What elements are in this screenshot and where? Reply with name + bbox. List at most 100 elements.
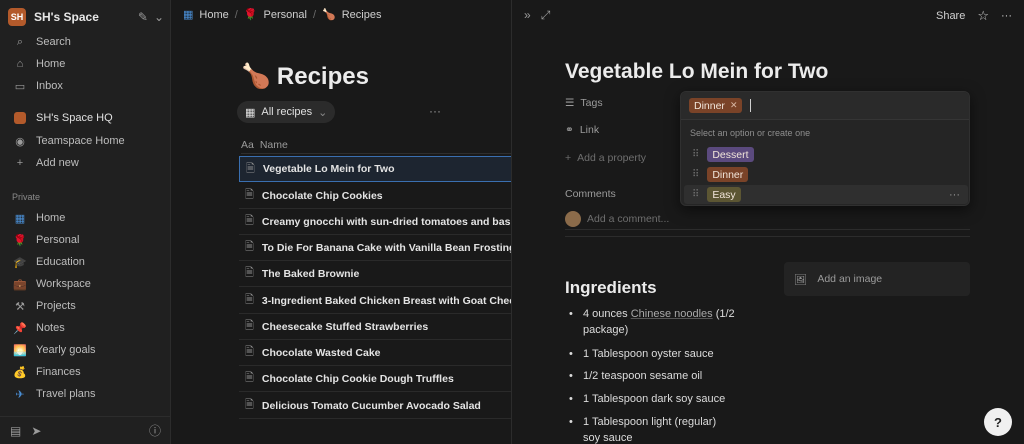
- page-icon: 🗎: [245, 294, 254, 306]
- table-icon: ▦: [245, 106, 256, 119]
- graduation-icon: 🎓: [13, 256, 27, 269]
- row-title: Cheesecake Stuffed Strawberries: [261, 320, 429, 333]
- page-icon: 🗎: [245, 399, 254, 411]
- row-title: 3-Ingredient Baked Chicken Breast with G…: [261, 294, 512, 307]
- star-icon[interactable]: ☆: [977, 8, 989, 24]
- property-link[interactable]: ⚭ Link: [565, 124, 599, 136]
- close-icon[interactable]: ✕: [730, 100, 738, 111]
- page-icon: 🗎: [246, 162, 255, 175]
- tag-option-dinner[interactable]: ⠿ Dinner: [684, 165, 968, 184]
- document-title[interactable]: Vegetable Lo Mein for Two: [565, 60, 828, 84]
- drag-handle-icon[interactable]: ⠿: [692, 189, 699, 200]
- table-row[interactable]: 🗎 Vegetable Lo Mein for Two: [239, 156, 511, 182]
- comment-input[interactable]: Add a comment...: [565, 208, 970, 230]
- more-options-icon[interactable]: ···: [429, 104, 441, 118]
- help-icon[interactable]: ⓘ: [149, 422, 161, 439]
- home-icon: ⌂: [16, 58, 24, 70]
- table-row[interactable]: 🗎 Chocolate Chip Cookie Dough Truffles: [239, 366, 511, 392]
- sidebar-teamspace[interactable]: SH's Space HQ: [8, 108, 164, 128]
- help-button[interactable]: ?: [984, 408, 1012, 436]
- text-type-icon: Aa: [241, 138, 254, 151]
- add-image-label: Add an image: [817, 273, 883, 285]
- sidebar-item-label: Home: [36, 58, 66, 70]
- ingredient-text: 1 Tablespoon light (regular) soy sauce: [583, 416, 717, 444]
- sidebar-item-add-new[interactable]: + Add new: [8, 153, 164, 173]
- sidebar-item-inbox[interactable]: ▭ Inbox: [8, 76, 164, 96]
- page-icon: 🗎: [245, 189, 254, 201]
- table-column-header[interactable]: Aa Name: [241, 136, 511, 154]
- rose-icon: 🌹: [243, 9, 258, 21]
- ingredient-link[interactable]: Chinese noodles: [631, 308, 713, 320]
- sidebar-item-label: Personal: [36, 234, 80, 246]
- table-row[interactable]: 🗎 3-Ingredient Baked Chicken Breast with …: [239, 288, 512, 314]
- sidebar-item-teamspace-home[interactable]: ◉ Teamspace Home: [8, 131, 164, 151]
- page-icon: 🗎: [245, 320, 254, 332]
- page-icon: 🗎: [245, 346, 254, 358]
- money-icon: 💰: [13, 366, 27, 379]
- sidebar-item-label: Notes: [36, 322, 65, 334]
- breadcrumb-recipes[interactable]: Recipes: [342, 9, 382, 21]
- page-title: 🍗 Recipes: [241, 62, 369, 91]
- sidebar-item-finances[interactable]: 💰 Finances: [8, 362, 164, 382]
- list-icon: ☰: [565, 97, 575, 109]
- drag-handle-icon[interactable]: ⠿: [692, 169, 699, 180]
- tag-option-easy[interactable]: ⠿ Easy ···: [684, 185, 968, 204]
- tag-select-dropdown: Dinner ✕ Select an option or create one …: [680, 91, 970, 206]
- selected-tag-dinner[interactable]: Dinner ✕: [689, 98, 743, 113]
- sunrise-icon: 🌅: [13, 344, 27, 357]
- drag-handle-icon[interactable]: ⠿: [692, 149, 699, 160]
- sidebar-item-travel-plans[interactable]: ✈ Travel plans: [8, 384, 164, 404]
- new-page-icon[interactable]: ✎: [138, 10, 148, 24]
- table-row[interactable]: 🗎 Chocolate Wasted Cake: [239, 340, 511, 366]
- add-image-button[interactable]: 🖼 Add an image: [784, 262, 970, 296]
- close-panel-icon[interactable]: »: [524, 8, 531, 23]
- airplane-icon: ✈: [15, 388, 25, 401]
- property-tags[interactable]: ☰ Tags: [565, 97, 603, 109]
- expand-icon[interactable]: ⤢: [541, 8, 551, 23]
- page-icon: 🗎: [245, 372, 254, 384]
- search-icon: ⌕: [16, 35, 24, 48]
- workspace-switcher[interactable]: SH SH's Space ✎ ⌄: [8, 6, 164, 28]
- briefcase-icon: 💼: [13, 278, 27, 291]
- share-button[interactable]: Share: [936, 10, 965, 22]
- templates-icon[interactable]: ▤: [10, 424, 21, 438]
- breadcrumb-personal[interactable]: Personal: [264, 9, 307, 21]
- rose-icon: 🌹: [13, 234, 27, 247]
- sidebar-item-label: Projects: [36, 300, 76, 312]
- sidebar-item-home[interactable]: ⌂ Home: [8, 54, 164, 74]
- table-row[interactable]: 🗎 Chocolate Chip Cookies: [239, 183, 511, 209]
- tag-label: Easy: [707, 187, 741, 202]
- table-row[interactable]: 🗎 To Die For Banana Cake with Vanilla Bea…: [239, 235, 512, 261]
- add-property-button[interactable]: + Add a property: [565, 152, 646, 164]
- comment-placeholder: Add a comment...: [587, 212, 670, 225]
- send-icon[interactable]: ➤: [31, 424, 41, 438]
- table-row[interactable]: 🗎 The Baked Brownie: [239, 261, 511, 287]
- sidebar-item-label: Home: [36, 212, 66, 224]
- sidebar-item-home-private[interactable]: ▦ Home: [8, 208, 164, 228]
- view-tab-all-recipes[interactable]: ▦ All recipes ⌄: [237, 101, 336, 123]
- tag-option-dessert[interactable]: ⠿ Dessert: [684, 145, 968, 164]
- row-title: To Die For Banana Cake with Vanilla Bean…: [261, 241, 512, 254]
- breadcrumb: ▦ Home / 🌹 Personal / 🍗 Recipes: [183, 8, 382, 22]
- sidebar-item-workspace[interactable]: 💼 Workspace: [8, 274, 164, 294]
- list-item: • 1 Tablespoon oyster sauce: [569, 348, 714, 360]
- more-options-icon[interactable]: ···: [1001, 10, 1012, 22]
- table-row[interactable]: 🗎 Creamy gnocchi with sun-dried tomatoes …: [239, 209, 511, 235]
- tag-search-input[interactable]: Dinner ✕: [681, 92, 969, 120]
- chevron-down-icon[interactable]: ⌄: [154, 10, 164, 24]
- page-icon: 🗎: [245, 241, 254, 253]
- table-row[interactable]: 🗎 Cheesecake Stuffed Strawberries: [239, 314, 511, 340]
- comments-label: Comments: [565, 188, 616, 200]
- more-options-icon[interactable]: ···: [949, 189, 960, 201]
- sidebar-item-yearly-goals[interactable]: 🌅 Yearly goals: [8, 340, 164, 360]
- private-section-label: Private: [12, 192, 41, 202]
- sidebar-item-education[interactable]: 🎓 Education: [8, 252, 164, 272]
- sidebar-item-projects[interactable]: ⚒ Projects: [8, 296, 164, 316]
- ingredient-text: 4 ounces: [583, 308, 631, 320]
- table-row[interactable]: 🗎 Delicious Tomato Cucumber Avocado Salad: [239, 393, 511, 419]
- sidebar-item-personal[interactable]: 🌹 Personal: [8, 230, 164, 250]
- sidebar-item-search[interactable]: ⌕ Search: [8, 32, 164, 52]
- sidebar-item-notes[interactable]: 📌 Notes: [8, 318, 164, 338]
- sidebar-item-label: Teamspace Home: [36, 135, 125, 147]
- breadcrumb-home[interactable]: Home: [199, 9, 228, 21]
